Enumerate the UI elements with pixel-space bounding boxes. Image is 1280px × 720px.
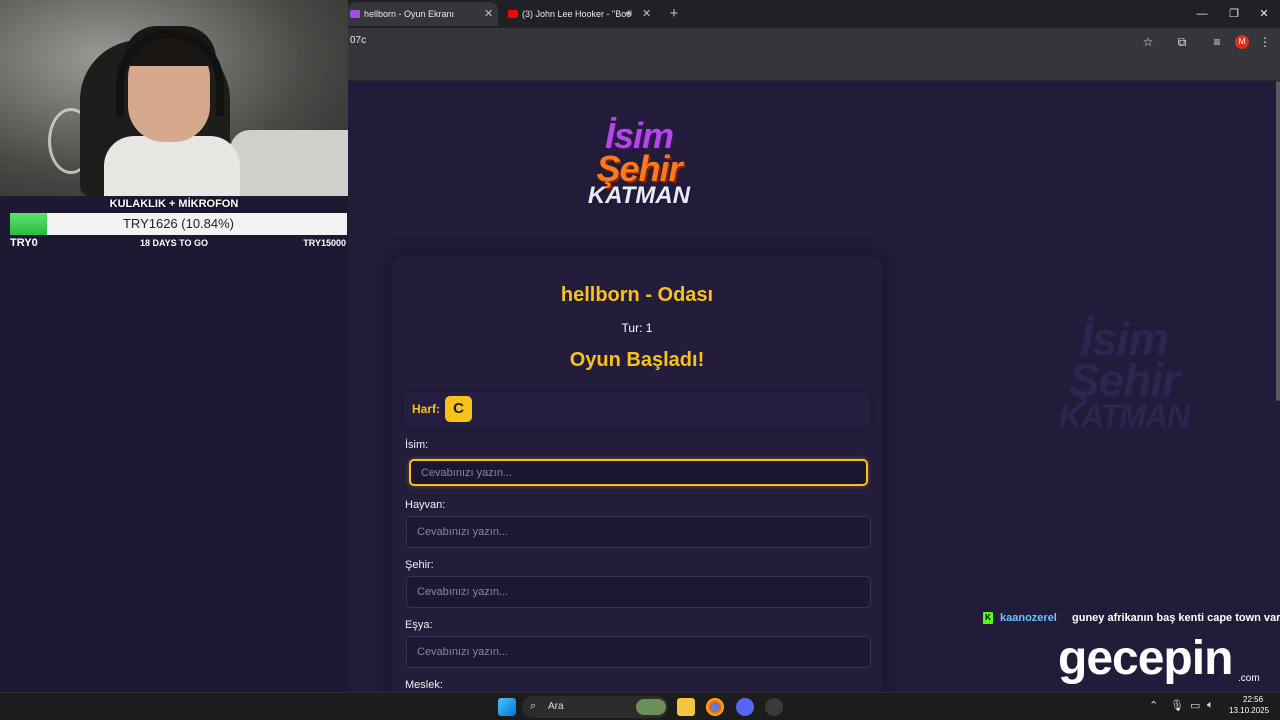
- site-favicon-icon: [350, 10, 360, 18]
- hayvan-label: Hayvan:: [405, 499, 446, 511]
- tab-title: (3) John Lee Hooker - "Boo: [522, 9, 632, 19]
- meslek-label: Meslek:: [405, 679, 443, 691]
- goal-max: TRY15000: [303, 238, 346, 248]
- chrome-icon[interactable]: [706, 698, 724, 716]
- minimize-icon[interactable]: —: [1186, 0, 1218, 28]
- tab-oyun-ekrani[interactable]: hellborn - Oyun Ekranı ✕: [348, 2, 498, 26]
- esya-field[interactable]: [406, 636, 871, 668]
- round-indicator: Tur: 1: [621, 321, 653, 335]
- donation-goal-widget: KULAKLIK + MİKROFON TRY1626 (10.84%) TRY…: [0, 196, 348, 256]
- bookmarks-bar: [348, 56, 1280, 81]
- goal-days-left: 18 DAYS TO GO: [139, 238, 209, 248]
- close-tab-icon[interactable]: ✕: [484, 2, 493, 26]
- microphone-icon[interactable]: 🎙︎: [1170, 699, 1184, 712]
- isim-field[interactable]: [409, 459, 868, 486]
- profile-avatar[interactable]: M: [1235, 35, 1249, 49]
- search-icon: ⌕: [530, 700, 537, 712]
- media-control-icon[interactable]: ≡: [1208, 33, 1226, 51]
- close-window-icon[interactable]: ✕: [1248, 0, 1280, 28]
- menu-dots-icon[interactable]: ⋮: [1256, 33, 1274, 51]
- restore-icon[interactable]: ❐: [1218, 0, 1250, 28]
- windows-taskbar: ⌕ Ara ⌃ 🎙︎ ▭ 🔈︎ 22:56 13.10.2025: [0, 692, 1280, 720]
- clock-date[interactable]: 13.10.2025: [1229, 706, 1269, 715]
- esya-input[interactable]: [407, 637, 870, 667]
- tray-chevron-icon[interactable]: ⌃: [1149, 699, 1158, 712]
- sehir-input[interactable]: [407, 577, 870, 607]
- network-icon[interactable]: ▭: [1190, 699, 1200, 712]
- file-explorer-icon[interactable]: [677, 698, 695, 716]
- kick-badge-icon: K: [983, 612, 993, 624]
- new-tab-icon[interactable]: +: [664, 2, 684, 26]
- goal-progress-bar: TRY1626 (10.84%): [10, 213, 347, 235]
- current-letter: C: [445, 396, 472, 422]
- game-room-card: hellborn - Odası Tur: 1 Oyun Başladı! Ha…: [392, 257, 882, 692]
- watermark-logo: İsim Şehir KATMAN: [1058, 313, 1190, 434]
- volume-icon[interactable]: 🔈︎: [1207, 699, 1214, 712]
- obs-icon[interactable]: [765, 698, 783, 716]
- url-text[interactable]: 07c: [350, 35, 366, 46]
- brand-domain: .com: [1238, 673, 1260, 684]
- clock-time[interactable]: 22:56: [1243, 695, 1263, 704]
- search-highlight-image: [636, 699, 666, 715]
- sehir-field[interactable]: [406, 576, 871, 608]
- address-bar[interactable]: 07c ☆ ⧉ ≡ M ⋮: [348, 28, 1280, 56]
- room-title: hellborn - Odası: [560, 284, 714, 306]
- letter-row: Harf: C: [404, 392, 870, 428]
- chat-username: kaanozerel: [1000, 612, 1057, 624]
- discord-icon[interactable]: [736, 698, 754, 716]
- bookmark-star-icon[interactable]: ☆: [1139, 33, 1157, 51]
- game-logo: İsim Şehir KATMAN: [587, 115, 691, 210]
- webcam-feed: [0, 0, 348, 196]
- youtube-favicon-icon: [508, 10, 518, 18]
- chat-text: guney afrikanın baş kenti cape town var: [1072, 612, 1280, 624]
- tab-title: hellborn - Oyun Ekranı: [364, 9, 455, 19]
- close-tab-icon[interactable]: ✕: [642, 2, 651, 26]
- page-scrollbar[interactable]: [1276, 81, 1280, 401]
- game-status: Oyun Başladı!: [569, 349, 705, 371]
- browser-tab-bar: hellborn - Oyun Ekranı ✕ (3) John Lee Ho…: [348, 0, 1280, 28]
- isim-input[interactable]: [411, 461, 866, 484]
- hayvan-input[interactable]: [407, 517, 870, 547]
- taskbar-search[interactable]: ⌕ Ara: [522, 696, 668, 718]
- search-text: Ara: [548, 701, 564, 712]
- isim-label: İsim:: [405, 439, 429, 451]
- game-page: İsimŞehirKATMAN İsimŞehirKATMAN İsim Şeh…: [348, 81, 1280, 692]
- goal-amount: TRY1626 (10.84%): [122, 216, 235, 231]
- esya-label: Eşya:: [405, 619, 433, 631]
- hayvan-field[interactable]: [406, 516, 871, 548]
- chat-message: K kaanozerel guney afrikanın baş kenti c…: [983, 612, 1280, 626]
- tab-youtube[interactable]: (3) John Lee Hooker - "Boo 🔊︎ ✕: [506, 2, 656, 26]
- extensions-icon[interactable]: ⧉: [1173, 33, 1191, 51]
- speaker-icon[interactable]: 🔊︎: [626, 2, 632, 26]
- goal-title: KULAKLIK + MİKROFON: [109, 198, 239, 210]
- start-icon[interactable]: [498, 698, 516, 716]
- sehir-label: Şehir:: [405, 559, 434, 571]
- letter-label: Harf:: [412, 402, 441, 416]
